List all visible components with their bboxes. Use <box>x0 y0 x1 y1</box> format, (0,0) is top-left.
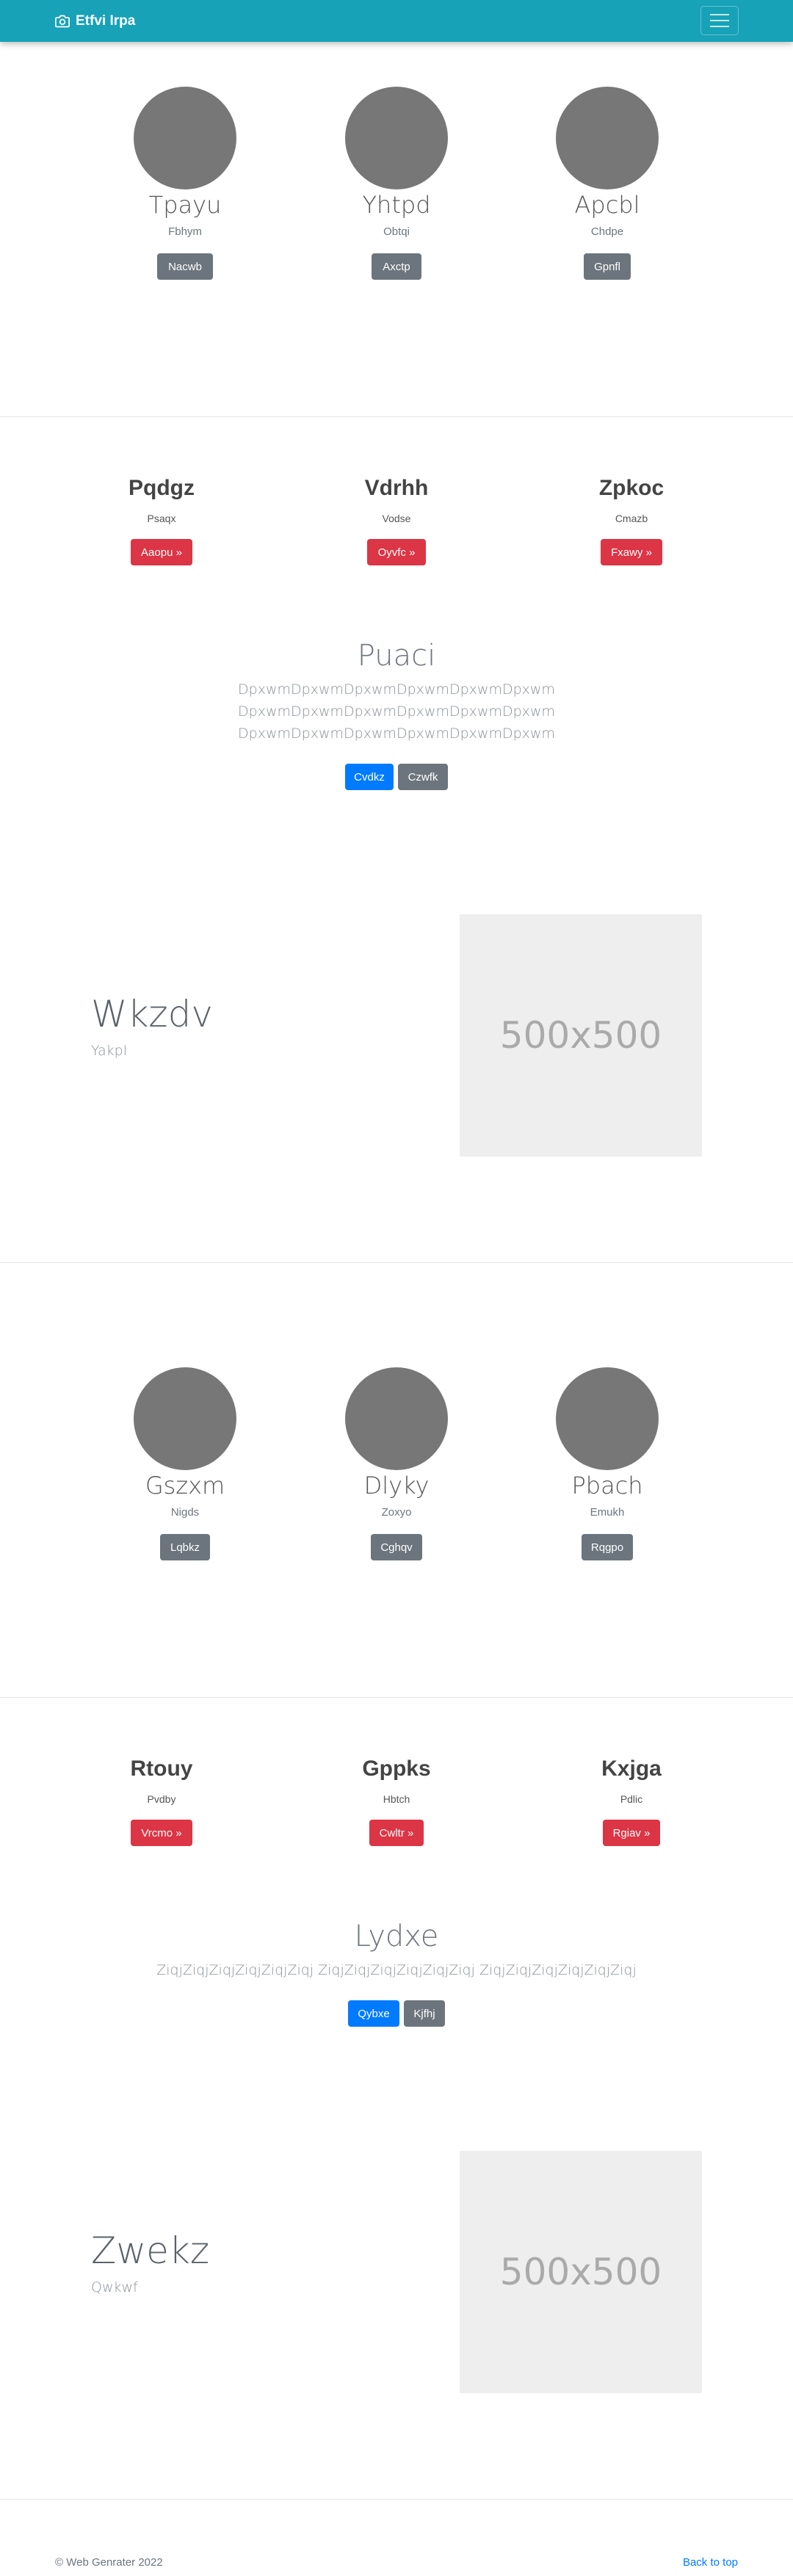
navbar: Etfvi Irpa <box>0 0 793 42</box>
feature-title: Pqdgz <box>128 476 195 500</box>
featurette-title: Wkzdv <box>91 993 213 1035</box>
card-button[interactable]: Nacwb <box>157 253 213 280</box>
card-title: Tpayu <box>148 191 222 219</box>
jumbotron-text: DpxwmDpxwmDpxwmDpxwmDpxwmDpxwm <box>238 681 555 698</box>
card-title: Apcbl <box>574 191 640 219</box>
card-subtitle: Nigds <box>170 1506 200 1519</box>
secondary-button[interactable]: Kjfhj <box>404 2000 445 2027</box>
placeholder-image: 500x500 <box>460 2151 702 2393</box>
primary-button[interactable]: Qybxe <box>348 2000 399 2027</box>
avatar-image <box>556 87 659 189</box>
featurette-subtitle: Yakpl <box>91 1043 127 1059</box>
feature-button[interactable]: Vrcmo » <box>131 1820 192 1846</box>
card-subtitle: Zoxyo <box>381 1506 412 1519</box>
divider <box>0 1697 793 1698</box>
divider <box>0 2499 793 2500</box>
feature-title: Gppks <box>362 1756 431 1781</box>
feature-title: Zpkoc <box>598 476 665 500</box>
secondary-button[interactable]: Czwfk <box>398 764 448 790</box>
feature-title: Rtouy <box>130 1756 193 1781</box>
footer-copyright: © Web Genrater 2022 <box>55 2556 163 2569</box>
feature-button[interactable]: Fxawy » <box>601 539 662 565</box>
card-subtitle: Chdpe <box>590 225 624 238</box>
feature-button[interactable]: Cwltr » <box>369 1820 424 1846</box>
jumbotron-title: Lydxe <box>354 1920 439 1953</box>
card-title: Dlyky <box>363 1472 430 1499</box>
jumbotron-text: ZiqjZiqjZiqjZiqjZiqjZiqj ZiqjZiqjZiqjZiq… <box>156 1962 637 1978</box>
avatar-image <box>134 1367 236 1470</box>
feature-subtitle: Pdlic <box>620 1793 643 1805</box>
card-button[interactable]: Cghqv <box>371 1534 422 1560</box>
featurette-subtitle: Qwkwf <box>91 2279 138 2295</box>
divider <box>0 1262 793 1263</box>
avatar-image <box>556 1367 659 1470</box>
card-button[interactable]: Axctp <box>372 253 421 280</box>
brand-link[interactable]: Etfvi Irpa <box>55 10 135 32</box>
card-title: Gszxm <box>145 1472 225 1499</box>
jumbotron-title: Puaci <box>357 639 436 673</box>
back-to-top-link[interactable]: Back to top <box>683 2556 738 2569</box>
feature-button[interactable]: Oyvfc » <box>367 539 426 565</box>
feature-button[interactable]: Rgiav » <box>603 1820 660 1846</box>
camera-icon <box>55 15 70 28</box>
jumbotron-text: DpxwmDpxwmDpxwmDpxwmDpxwmDpxwm <box>238 703 555 720</box>
primary-button[interactable]: Cvdkz <box>345 764 394 790</box>
divider <box>0 416 793 417</box>
card-button[interactable]: Rqgpo <box>582 1534 633 1560</box>
brand-text: Etfvi Irpa <box>76 13 136 29</box>
feature-button[interactable]: Aaopu » <box>131 539 192 565</box>
card-button[interactable]: Lqbkz <box>160 1534 210 1560</box>
feature-title: Vdrhh <box>364 476 429 500</box>
card-subtitle: Emukh <box>590 1506 625 1519</box>
feature-subtitle: Pvdby <box>147 1793 176 1805</box>
avatar-image <box>345 1367 448 1470</box>
jumbotron-text: DpxwmDpxwmDpxwmDpxwmDpxwmDpxwm <box>238 726 555 742</box>
feature-title: Kxjga <box>601 1756 662 1781</box>
card-button[interactable]: Gpnfl <box>584 253 631 280</box>
card-subtitle: Obtqi <box>383 225 410 238</box>
menu-toggle-button[interactable] <box>700 6 739 35</box>
card-subtitle: Fbhym <box>168 225 202 238</box>
card-title: Yhtpd <box>362 191 431 219</box>
feature-subtitle: Vodse <box>382 513 411 524</box>
avatar-image <box>134 87 236 189</box>
featurette-title: Zwekz <box>91 2229 210 2272</box>
feature-subtitle: Psaqx <box>147 513 176 524</box>
feature-subtitle: Cmazb <box>615 513 648 524</box>
card-title: Pbach <box>571 1472 643 1499</box>
placeholder-image: 500x500 <box>460 914 702 1157</box>
hamburger-icon <box>710 14 729 15</box>
feature-subtitle: Hbtch <box>383 1793 410 1805</box>
avatar-image <box>345 87 448 189</box>
